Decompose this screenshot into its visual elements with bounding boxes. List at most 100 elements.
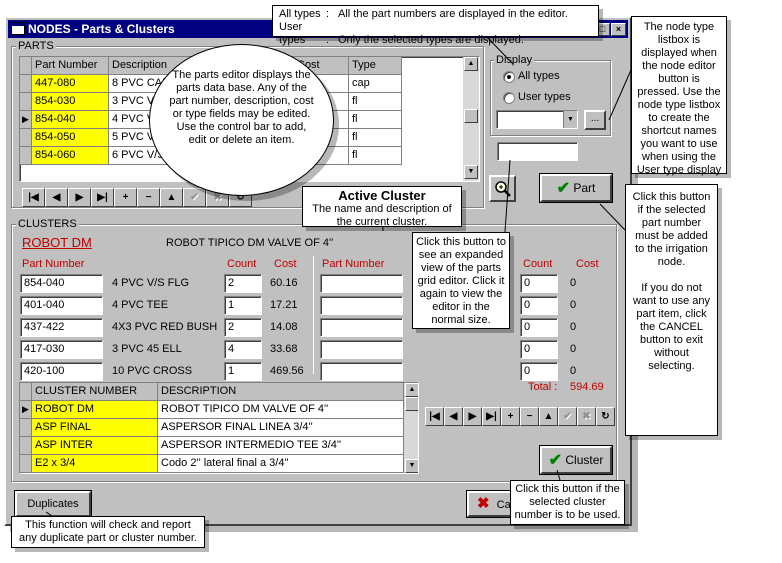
clusters-scrollbar[interactable]: ▲ ▼ [404, 383, 418, 473]
part-number-cell[interactable]: 854-060 [32, 147, 109, 165]
cluster-part-field[interactable]: 854-040 [20, 274, 103, 293]
user-types-radio[interactable] [503, 92, 515, 104]
cluster-count-field-right[interactable]: 0 [520, 340, 558, 359]
active-cluster-callout-title: Active Cluster [338, 188, 426, 203]
cluster-count-field[interactable]: 1 [224, 362, 262, 381]
add-record-icon[interactable]: + [114, 188, 137, 207]
all-types-label[interactable]: All types [518, 70, 560, 83]
type-cell[interactable]: fl [349, 111, 402, 129]
part-number-cell[interactable]: 854-040 [32, 111, 109, 129]
parts-editor-callout: The parts editor displays the parts data… [149, 44, 334, 196]
col-header-cluster-description[interactable]: DESCRIPTION [158, 383, 404, 401]
prior-record-icon[interactable]: ◀ [45, 188, 68, 207]
refresh-icon[interactable]: ↻ [596, 407, 615, 426]
cluster-scroll-down-icon[interactable]: ▼ [405, 459, 418, 473]
row-selector[interactable] [20, 75, 32, 93]
close-button[interactable]: × [611, 23, 626, 36]
scroll-down-icon[interactable]: ▼ [464, 165, 478, 179]
part-number-cell[interactable]: 854-050 [32, 129, 109, 147]
type-cell[interactable]: fl [349, 93, 402, 111]
next-record-icon[interactable]: ▶ [68, 188, 91, 207]
first-record-icon[interactable]: |◀ [425, 407, 444, 426]
part-button[interactable]: ✔ Part [539, 173, 613, 203]
types-callout-all-key: All types [279, 8, 321, 20]
cancel-edit-icon[interactable]: ✖ [577, 407, 596, 426]
edit-record-icon[interactable]: ▲ [539, 407, 558, 426]
cluster-part-field-right[interactable] [320, 296, 403, 315]
cluster-count-field[interactable]: 2 [224, 318, 262, 337]
cluster-scroll-up-icon[interactable]: ▲ [405, 383, 418, 397]
cluster-count-field-right[interactable]: 0 [520, 318, 558, 337]
part-button-label: Part [573, 181, 596, 195]
cluster-grid-corner [20, 383, 32, 401]
row-selector[interactable] [20, 129, 32, 147]
post-record-icon[interactable]: ✔ [183, 188, 206, 207]
cluster-count-field[interactable]: 1 [224, 296, 262, 315]
cluster-description-cell[interactable]: ASPERSOR INTERMEDIO TEE 3/4'' [158, 437, 404, 455]
cluster-button[interactable]: ✔ Cluster [539, 445, 613, 475]
cluster-count-field[interactable]: 4 [224, 340, 262, 359]
row-selector[interactable] [20, 147, 32, 165]
cluster-part-field-right[interactable] [320, 340, 403, 359]
dropdown-arrow-icon[interactable]: ▼ [563, 111, 577, 128]
cluster-description-cell[interactable]: ROBOT TIPICO DM VALVE OF 4'' [158, 401, 404, 419]
col-header-type[interactable]: Type [349, 57, 402, 75]
cluster-count-field[interactable]: 2 [224, 274, 262, 293]
cluster-part-field-right[interactable] [320, 362, 403, 381]
cluster-number-cell[interactable]: E2 x 3/4 [32, 455, 158, 473]
part-number-cell[interactable]: 447-080 [32, 75, 109, 93]
cluster-part-field[interactable]: 401-040 [20, 296, 103, 315]
next-record-icon[interactable]: ▶ [463, 407, 482, 426]
left-part-number-header: Part Number [22, 258, 85, 270]
clusters-grid[interactable]: CLUSTER NUMBER DESCRIPTION ▶ ROBOT DM ROBO… [19, 382, 419, 474]
post-record-icon[interactable]: ✔ [558, 407, 577, 426]
cluster-row-selector[interactable] [20, 455, 32, 473]
first-record-icon[interactable]: |◀ [22, 188, 45, 207]
cluster-description-cell[interactable]: ASPERSOR FINAL LINEA 3/4'' [158, 419, 404, 437]
cluster-part-field-right[interactable] [320, 318, 403, 337]
type-cell[interactable]: cap [349, 75, 402, 93]
cluster-number-cell[interactable]: ROBOT DM [32, 401, 158, 419]
cluster-description-cell[interactable]: Codo 2'' lateral final a 3/4'' [158, 455, 404, 473]
last-record-icon[interactable]: ▶| [482, 407, 501, 426]
zoom-button[interactable] [489, 175, 516, 202]
cluster-part-field[interactable]: 437-422 [20, 318, 103, 337]
cluster-part-field[interactable]: 417-030 [20, 340, 103, 359]
part-number-cell[interactable]: 854-030 [32, 93, 109, 111]
cluster-part-field-right[interactable] [320, 274, 403, 293]
cluster-number-cell[interactable]: ASP FINAL [32, 419, 158, 437]
duplicates-callout: This function will check and report any … [11, 516, 205, 548]
last-record-icon[interactable]: ▶| [91, 188, 114, 207]
type-cell[interactable]: fl [349, 147, 402, 165]
row-selector[interactable] [20, 93, 32, 111]
left-count-header: Count [227, 258, 257, 270]
cluster-row-selector[interactable] [20, 437, 32, 455]
scroll-up-icon[interactable]: ▲ [464, 57, 478, 71]
col-header-cluster-number[interactable]: CLUSTER NUMBER [32, 383, 158, 401]
edit-record-icon[interactable]: ▲ [160, 188, 183, 207]
cluster-row-selector[interactable] [20, 419, 32, 437]
row-selector[interactable]: ▶ [20, 111, 32, 129]
prior-record-icon[interactable]: ◀ [444, 407, 463, 426]
parts-scrollbar[interactable]: ▲ ▼ [463, 57, 479, 181]
cluster-number-cell[interactable]: ASP INTER [32, 437, 158, 455]
col-header-part-number[interactable]: Part Number [32, 57, 109, 75]
node-type-select[interactable]: ▼ [496, 110, 578, 129]
cluster-scroll-thumb[interactable] [405, 397, 418, 411]
cluster-count-field-right[interactable]: 0 [520, 362, 558, 381]
node-type-button[interactable]: ... [584, 110, 606, 130]
user-types-label[interactable]: User types [518, 91, 571, 104]
add-record-icon[interactable]: + [501, 407, 520, 426]
delete-record-icon[interactable]: − [137, 188, 160, 207]
scroll-thumb[interactable] [464, 109, 478, 123]
cluster-part-field[interactable]: 420-100 [20, 362, 103, 381]
cluster-count-field-right[interactable]: 0 [520, 296, 558, 315]
types-callout-user-text: Only the selected types are displayed. [338, 34, 524, 46]
delete-record-icon[interactable]: − [520, 407, 539, 426]
cluster-row-selector[interactable]: ▶ [20, 401, 32, 419]
cluster-count-field-right[interactable]: 0 [520, 274, 558, 293]
type-cell[interactable]: fl [349, 129, 402, 147]
type-filter-input[interactable] [497, 142, 578, 161]
duplicates-button[interactable]: Duplicates [14, 490, 92, 518]
all-types-radio[interactable] [503, 71, 515, 83]
